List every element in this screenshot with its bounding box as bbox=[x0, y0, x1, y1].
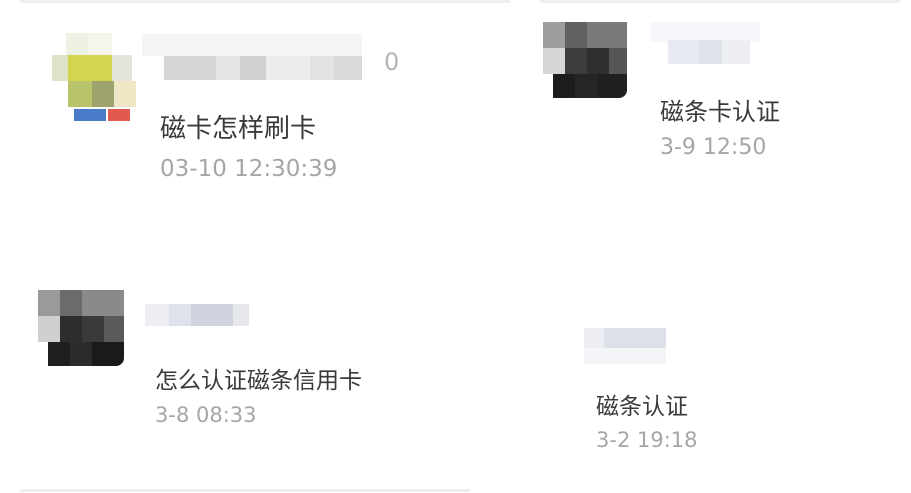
comment-timestamp: 3-2 19:18 bbox=[596, 428, 698, 452]
username-blurred[interactable] bbox=[584, 326, 668, 366]
comment-text: 磁条认证 bbox=[596, 394, 688, 420]
comment-item: 磁条认证 3-2 19:18 bbox=[0, 0, 911, 493]
